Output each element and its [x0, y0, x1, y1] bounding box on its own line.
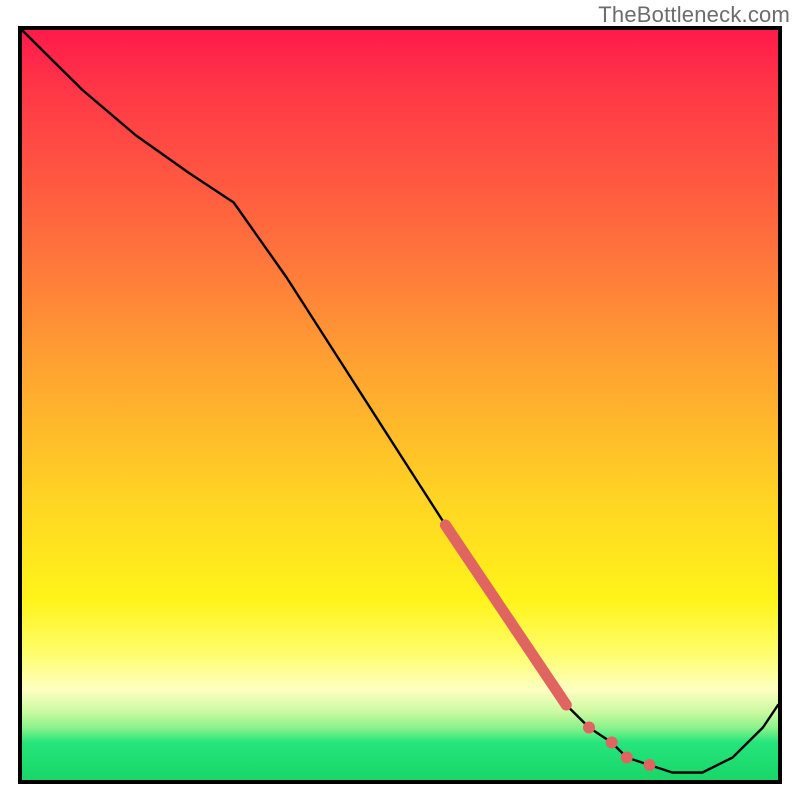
marker-group — [583, 722, 656, 772]
marker-dot — [621, 752, 633, 764]
marker-dot — [644, 759, 656, 771]
plot-frame — [18, 26, 782, 784]
plot-svg — [22, 30, 778, 780]
chart-container: TheBottleneck.com — [0, 0, 800, 800]
highlight-segment — [445, 525, 566, 705]
bottleneck-curve — [22, 30, 778, 773]
marker-dot — [606, 737, 618, 749]
marker-dot — [583, 722, 595, 734]
watermark-text: TheBottleneck.com — [598, 2, 790, 28]
